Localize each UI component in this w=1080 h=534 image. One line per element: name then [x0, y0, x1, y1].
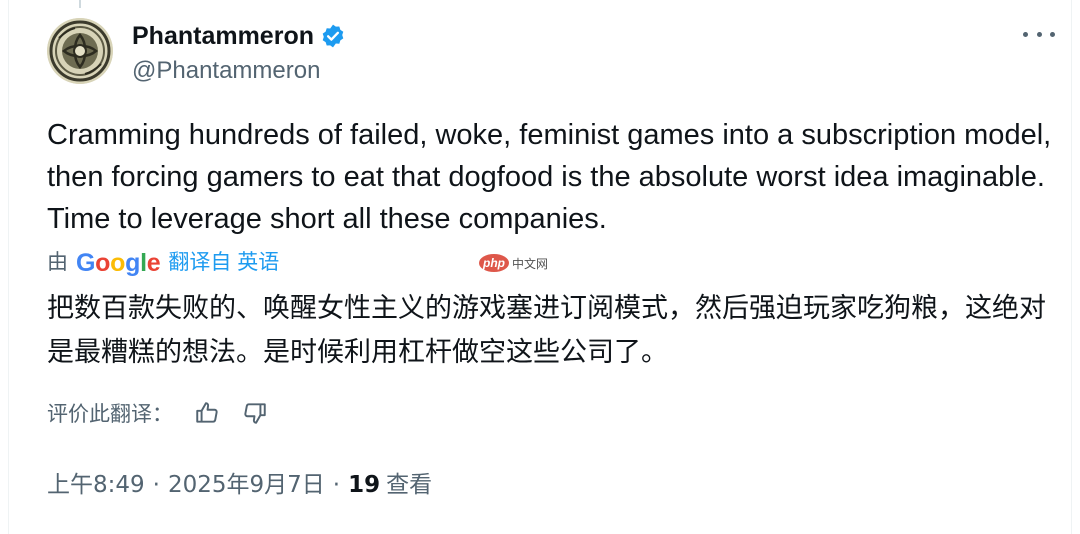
- author-handle[interactable]: @Phantammeron: [132, 56, 320, 86]
- tweet-time[interactable]: 上午8:49: [47, 470, 145, 500]
- thread-connector-line: [79, 0, 81, 8]
- google-logo-letter: o: [95, 249, 111, 277]
- avatar[interactable]: [47, 18, 113, 84]
- more-dot-icon: [1050, 31, 1055, 37]
- thumbs-up-icon: [196, 402, 218, 423]
- more-dot-icon: [1023, 31, 1028, 37]
- google-logo-letter: e: [146, 249, 161, 277]
- separator-dot: ·: [152, 472, 160, 498]
- tweet-text: Cramming hundreds of failed, woke, femin…: [47, 119, 1052, 235]
- tweet-metadata: 上午8:49 · 2025年9月7日 · 19 查看: [47, 470, 432, 500]
- tweet-card: Phantammeron @Phantammeron Cramming hund…: [8, 0, 1072, 534]
- watermark-badge: php: [479, 254, 509, 272]
- translation-attribution: 由 Google 翻译自 英语: [47, 249, 279, 277]
- tweet-date[interactable]: 2025年9月7日: [168, 470, 325, 500]
- celtic-knot-avatar-icon: [47, 18, 113, 84]
- rate-translation: 评价此翻译：: [47, 398, 289, 428]
- watermark-text: 中文网: [512, 256, 549, 271]
- author-name[interactable]: Phantammeron: [132, 20, 346, 52]
- author-display-name[interactable]: Phantammeron: [132, 20, 314, 52]
- google-logo-letter: o: [110, 249, 126, 277]
- rate-translation-label: 评价此翻译：: [47, 402, 173, 426]
- thumbs-down-button[interactable]: [241, 399, 269, 427]
- more-options-button[interactable]: [1023, 22, 1055, 46]
- views-count: 19: [348, 472, 381, 498]
- watermark: php 中文网: [479, 254, 548, 272]
- translated-from-link[interactable]: 翻译自 英语: [168, 249, 279, 277]
- translated-by-label: 由: [47, 251, 68, 274]
- separator-dot: ·: [332, 472, 341, 498]
- google-logo-letter: l: [140, 249, 147, 277]
- google-logo-letter: G: [76, 249, 96, 277]
- verified-badge-icon[interactable]: [320, 23, 346, 49]
- thumbs-up-button[interactable]: [193, 399, 221, 427]
- more-dot-icon: [1036, 31, 1042, 37]
- views-label: 查看: [386, 472, 433, 498]
- thumbs-down-icon: [244, 403, 266, 424]
- google-logo: Google: [76, 249, 161, 277]
- translated-text: 把数百款失败的、唤醒女性主义的游戏塞进订阅模式，然后强迫玩家吃狗粮，这绝对是最糟…: [47, 293, 1046, 368]
- google-logo-letter: g: [125, 249, 141, 277]
